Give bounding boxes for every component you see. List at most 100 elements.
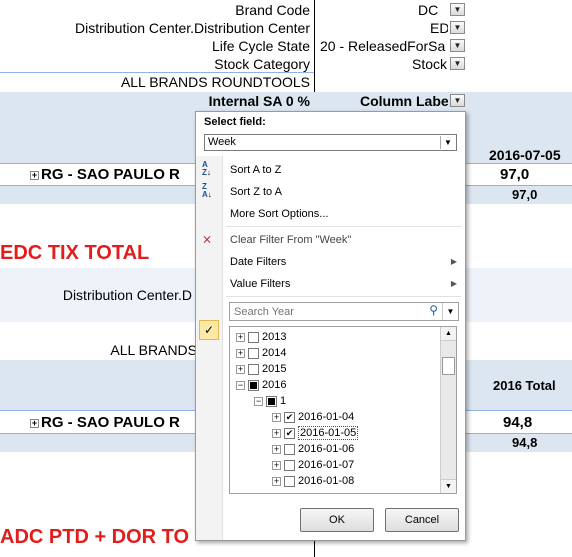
- expand-icon[interactable]: +: [236, 364, 245, 374]
- expand-icon[interactable]: +: [272, 412, 281, 422]
- tree-item-label: 2016: [262, 379, 287, 391]
- total-column-header-2: 2016 Total: [493, 378, 556, 393]
- tree-item-label: 2014: [262, 347, 287, 359]
- tree-item[interactable]: +2016-01-08: [272, 473, 354, 489]
- rg-row-1-label: RG - SAO PAULO R: [41, 166, 180, 183]
- checkbox[interactable]: [248, 363, 259, 375]
- collapse-icon[interactable]: −: [254, 396, 263, 406]
- rg-row-1-value: 97,0: [500, 166, 530, 183]
- sort-za-icon: Z A↓: [202, 182, 212, 199]
- tree-item[interactable]: +2016-01-06: [272, 441, 354, 457]
- tree-item[interactable]: + ✔ 2016-01-04: [272, 409, 354, 425]
- checkbox[interactable]: [248, 331, 259, 343]
- search-input[interactable]: [232, 304, 422, 319]
- filter-dropdown-stock-category[interactable]: ▼: [450, 57, 465, 70]
- filter-value-brand-code: DC: [418, 2, 439, 18]
- scroll-up-icon[interactable]: ▲: [441, 327, 456, 341]
- date-column-header: 2016-07-05: [489, 147, 561, 163]
- checkbox[interactable]: [284, 475, 295, 487]
- cancel-button[interactable]: Cancel: [385, 508, 459, 532]
- expand-icon[interactable]: +: [272, 428, 281, 438]
- column-labels-dropdown[interactable]: ▼: [450, 94, 465, 107]
- filter-dropdown-life-cycle[interactable]: ▼: [450, 39, 465, 52]
- subtotal-row-1-value: 97,0: [512, 187, 538, 202]
- sort-a-to-z-item[interactable]: Sort A to Z: [230, 164, 281, 176]
- tree-item-label: 2013: [262, 331, 287, 343]
- menu-separator: [226, 226, 461, 227]
- tree-item-label: 2016-01-06: [298, 443, 355, 455]
- search-icon[interactable]: ⚲: [429, 303, 438, 317]
- scroll-down-icon[interactable]: ▼: [441, 479, 456, 493]
- rg-row-2[interactable]: + RG - SAO PAULO R: [30, 414, 180, 431]
- filter-value-stock-category: Stock: [412, 56, 448, 72]
- tree-item-label: 2016-01-07: [298, 459, 355, 471]
- filter-label-distribution-center: Distribution Center.Distribution Center: [75, 20, 310, 36]
- expand-icon[interactable]: +: [272, 444, 281, 454]
- expand-icon[interactable]: +: [236, 332, 245, 342]
- clear-filter-item[interactable]: Clear Filter From "Week": [230, 234, 351, 246]
- rg-row-2-label: RG - SAO PAULO R: [41, 414, 180, 431]
- tree-item-label: 2015: [262, 363, 287, 375]
- more-sort-options-item[interactable]: More Sort Options...: [230, 208, 328, 220]
- section-title-edc-tix: EDC TIX TOTAL: [0, 242, 150, 264]
- rg-row-2-value: 94,8: [503, 414, 533, 431]
- checkbox[interactable]: ✔: [284, 411, 295, 423]
- select-field-label: Select field:: [204, 116, 266, 128]
- rg-row-1[interactable]: + RG - SAO PAULO R: [30, 166, 180, 183]
- chevron-down-icon[interactable]: ▼: [442, 303, 458, 320]
- distribution-center-label-2: Distribution Center.D: [62, 287, 192, 303]
- tree-item[interactable]: + ✔ 2016-01-05: [272, 425, 359, 441]
- filter-label-life-cycle: Life Cycle State: [211, 38, 310, 54]
- expand-icon[interactable]: +: [236, 348, 245, 358]
- filter-tree: ▲ ▼ +2013 +2014 +2015−2016−1 + ✔ 2016-01-04 + ✔…: [229, 326, 457, 494]
- sort-az-icon: A Z↓: [202, 160, 211, 177]
- checkmark-icon: ✓: [199, 320, 219, 340]
- filter-divider: [0, 72, 314, 73]
- checkbox[interactable]: [248, 379, 259, 391]
- scroll-thumb[interactable]: [442, 357, 455, 375]
- filter-label-stock-category: Stock Category: [214, 56, 310, 72]
- checkbox[interactable]: ✔: [284, 427, 295, 439]
- tree-item-label: 2016-01-08: [298, 475, 355, 487]
- chevron-right-icon: ▶: [450, 257, 457, 266]
- tree-item[interactable]: +2013: [236, 329, 286, 345]
- checkbox[interactable]: [266, 395, 277, 407]
- tree-item[interactable]: +2014: [236, 345, 286, 361]
- value-filters-item[interactable]: Value Filters: [230, 278, 290, 290]
- chevron-right-icon: ▶: [450, 279, 457, 288]
- all-brands-label-1: ALL BRANDS ROUNDTOOLS: [120, 74, 310, 90]
- tree-item[interactable]: +2016-01-07: [272, 457, 354, 473]
- search-box[interactable]: ⚲ ▼: [229, 302, 459, 321]
- section-title-adc-ptd: ADC PTD + DOR TO: [0, 526, 190, 548]
- expand-icon[interactable]: +: [30, 418, 39, 428]
- ok-button[interactable]: OK: [300, 508, 374, 532]
- filter-popup: Select field: Week ▼ A Z↓ Sort A to Z Z A↓…: [195, 111, 466, 541]
- menu-separator: [226, 296, 461, 297]
- tree-item-label: 2016-01-04: [298, 411, 355, 423]
- filter-dropdown-brand-code[interactable]: ▼: [450, 3, 465, 16]
- tree-item[interactable]: +2015: [236, 361, 286, 377]
- tree-scrollbar[interactable]: ▲ ▼: [440, 327, 456, 493]
- expand-icon[interactable]: +: [272, 460, 281, 470]
- tree-item[interactable]: − 2016: [236, 377, 286, 393]
- date-filters-item[interactable]: Date Filters: [230, 256, 286, 268]
- filter-dropdown-distribution-center[interactable]: ▼: [450, 21, 465, 34]
- subtotal-row-2-value: 94,8: [512, 435, 538, 450]
- chevron-down-icon[interactable]: ▼: [440, 136, 455, 149]
- tree-item[interactable]: −1: [254, 393, 286, 409]
- checkbox[interactable]: [284, 443, 295, 455]
- select-field-dropdown[interactable]: Week ▼: [204, 134, 457, 151]
- internal-sa-label: Internal SA 0 %: [208, 93, 310, 109]
- column-labels-header: Column Labe: [360, 93, 448, 109]
- expand-icon[interactable]: +: [272, 476, 281, 486]
- collapse-icon[interactable]: −: [236, 380, 245, 390]
- filter-label-brand-code: Brand Code: [235, 2, 310, 18]
- checkbox[interactable]: [248, 347, 259, 359]
- sort-z-to-a-item[interactable]: Sort Z to A: [230, 186, 282, 198]
- tree-item-label: 2016-01-05: [298, 426, 359, 440]
- select-field-value: Week: [208, 136, 236, 148]
- filter-value-life-cycle: 20 - ReleasedForSa: [320, 38, 446, 54]
- checkbox[interactable]: [284, 459, 295, 471]
- expand-icon[interactable]: +: [30, 170, 39, 180]
- tree-item-label: 1: [280, 395, 287, 407]
